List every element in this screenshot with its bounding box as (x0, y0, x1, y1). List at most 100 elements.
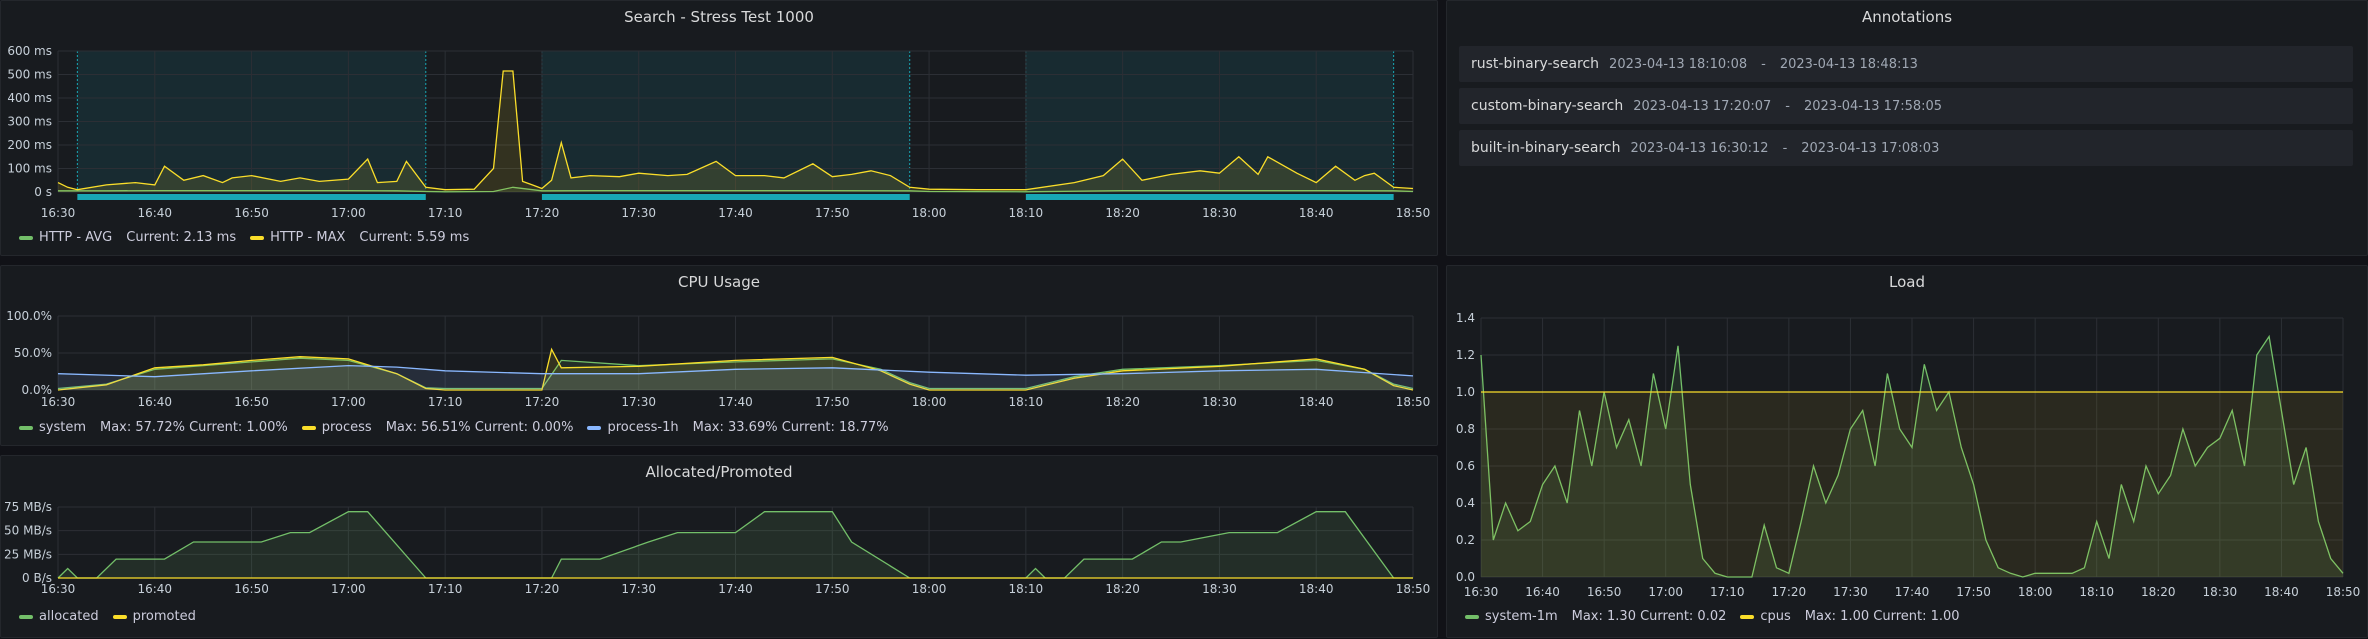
x-tick-label: 18:50 (1396, 395, 1431, 409)
y-tick-label: 50.0% (14, 346, 52, 360)
legend-item[interactable]: process Max: 56.51% Current: 0.00% (301, 420, 574, 435)
x-tick-label: 17:40 (718, 582, 753, 596)
annotation-separator: - (1785, 98, 1790, 114)
x-tick-label: 18:50 (2326, 585, 2361, 599)
annotation-marker (541, 194, 910, 200)
x-tick-label: 16:50 (234, 395, 269, 409)
cpu-legend: system Max: 57.72% Current: 1.00% process M… (19, 420, 889, 435)
x-tick-label: 16:40 (137, 395, 172, 409)
legend-item[interactable]: HTTP - MAX Current: 5.59 ms (250, 230, 469, 245)
legend-stat: Max: 57.72% Current: 1.00% (100, 420, 288, 435)
x-tick-label: 16:30 (41, 206, 76, 220)
x-tick-label: 17:20 (1772, 585, 1807, 599)
annotation-item[interactable]: built-in-binary-search 2023-04-13 16:30:… (1459, 130, 2353, 166)
y-tick-label: 200 ms (7, 138, 52, 152)
legend-label: HTTP - MAX (270, 230, 346, 245)
search-legend: HTTP - AVG Current: 2.13 ms HTTP - MAX Curr… (19, 230, 469, 245)
x-tick-label: 17:10 (1710, 585, 1745, 599)
panel-title: Annotations (1861, 8, 1953, 26)
legend-label: cpus (1760, 609, 1791, 624)
y-tick-label: 50 MB/s (4, 524, 52, 538)
x-tick-label: 18:40 (2264, 585, 2299, 599)
legend-swatch (112, 614, 127, 619)
x-tick-label: 16:50 (234, 582, 269, 596)
x-tick-label: 18:10 (2079, 585, 2114, 599)
legend-stat: Max: 1.30 Current: 0.02 (1571, 609, 1727, 624)
y-tick-label: 100 ms (7, 162, 52, 176)
x-tick-label: 18:30 (1202, 395, 1237, 409)
x-tick-label: 16:40 (1525, 585, 1560, 599)
x-tick-label: 17:30 (621, 582, 656, 596)
y-tick-label: 0.8 (1456, 422, 1475, 436)
legend-stat: Max: 1.00 Current: 1.00 (1804, 609, 1960, 624)
y-tick-label: 0.6 (1456, 459, 1475, 473)
y-tick-label: 0.2 (1456, 533, 1475, 547)
annotation-marker (77, 194, 426, 200)
y-tick-label: 1.2 (1456, 348, 1475, 362)
legend-label: system (39, 420, 86, 435)
alloc-panel: Allocated/Promoted 0 B/s 25 MB/s 50 MB/s 75… (0, 455, 1438, 638)
x-tick-label: 16:30 (41, 582, 76, 596)
annotation-item[interactable]: rust-binary-search 2023-04-13 18:10:08 -… (1459, 46, 2353, 82)
legend-item[interactable]: cpus Max: 1.00 Current: 1.00 (1740, 609, 1960, 624)
x-tick-label: 17:40 (1895, 585, 1930, 599)
legend-item[interactable]: process-1h Max: 33.69% Current: 18.77% (587, 420, 889, 435)
x-tick-label: 18:00 (912, 395, 947, 409)
annotations-panel: Annotations rust-binary-search 2023-04-1… (1446, 0, 2368, 256)
x-tick-label: 17:50 (1956, 585, 1991, 599)
legend-stat: Max: 56.51% Current: 0.00% (385, 420, 574, 435)
legend-swatch (1465, 614, 1479, 619)
x-tick-label: 17:40 (718, 206, 753, 220)
x-tick-label: 18:30 (2203, 585, 2238, 599)
series-area-cpus (1481, 392, 2343, 577)
x-tick-label: 16:30 (1464, 585, 1499, 599)
legend-swatch (19, 614, 33, 619)
x-tick-label: 18:50 (1396, 206, 1431, 220)
x-tick-label: 17:30 (621, 206, 656, 220)
search-panel: Search - Stress Test 1000 0 s 100 ms 200 m… (0, 0, 1438, 256)
legend-swatch (250, 235, 265, 240)
legend-stat: Max: 33.69% Current: 18.77% (692, 420, 889, 435)
x-tick-label: 17:00 (1648, 585, 1683, 599)
annotation-name: custom-binary-search (1471, 98, 1624, 114)
x-tick-label: 18:20 (2141, 585, 2176, 599)
annotation-separator: - (1782, 140, 1788, 156)
legend-item[interactable]: HTTP - AVG Current: 2.13 ms (19, 230, 236, 245)
x-tick-label: 18:40 (1299, 582, 1334, 596)
cpu-panel: CPU Usage 0.0% 50.0% 100.0% 16:30 16:40 16:50… (0, 265, 1438, 446)
annotation-name: built-in-binary-search (1471, 140, 1621, 156)
legend-item[interactable]: allocated (19, 609, 99, 624)
x-tick-label: 18:50 (1396, 582, 1431, 596)
legend-stat: Current: 2.13 ms (126, 230, 237, 245)
load-legend: system-1m Max: 1.30 Current: 0.02 cpus Max:… (1465, 609, 1960, 624)
alloc-chart[interactable]: 0 B/s25 MB/s50 MB/s75 MB/s16:30 16:40 16:5… (1, 456, 1439, 639)
x-tick-label: 17:10 (428, 582, 463, 596)
annotation-start: 2023-04-13 18:10:08 (1609, 56, 1748, 72)
legend-stat: Current: 5.59 ms (359, 230, 470, 245)
annotation-end: 2023-04-13 17:08:03 (1801, 140, 1940, 156)
annotation-name: rust-binary-search (1471, 56, 1600, 72)
x-tick-label: 16:30 (41, 395, 76, 409)
y-tick-label: 600 ms (7, 44, 52, 58)
legend-swatch (1740, 614, 1755, 619)
x-tick-label: 17:50 (815, 206, 850, 220)
x-tick-label: 17:20 (525, 206, 560, 220)
annotation-marker (1025, 194, 1394, 200)
y-tick-label: 400 ms (7, 91, 52, 105)
legend-swatch (19, 425, 33, 430)
legend-item[interactable]: system-1m Max: 1.30 Current: 0.02 (1465, 609, 1726, 624)
search-chart[interactable]: 0 s 100 ms 200 ms 300 ms 400 ms 500 ms 600 ms 1… (1, 1, 1439, 257)
legend-item[interactable]: system Max: 57.72% Current: 1.00% (19, 420, 288, 435)
load-chart[interactable]: 0.0 0.2 0.4 0.6 0.8 1.0 1.2 1.4 16:30 16:40 16:50 1… (1447, 266, 2368, 639)
annotation-item[interactable]: custom-binary-search 2023-04-13 17:20:07… (1459, 88, 2353, 124)
x-tick-label: 16:50 (1587, 585, 1622, 599)
x-tick-label: 17:10 (428, 395, 463, 409)
x-tick-label: 18:30 (1202, 206, 1237, 220)
legend-label: process-1h (607, 420, 679, 435)
x-tick-label: 17:50 (815, 395, 850, 409)
annotation-start: 2023-04-13 17:20:07 (1633, 98, 1772, 114)
x-tick-label: 18:00 (2018, 585, 2053, 599)
legend-item[interactable]: promoted (112, 609, 196, 624)
y-tick-label: 75 MB/s (4, 500, 52, 514)
x-tick-label: 17:30 (1833, 585, 1868, 599)
